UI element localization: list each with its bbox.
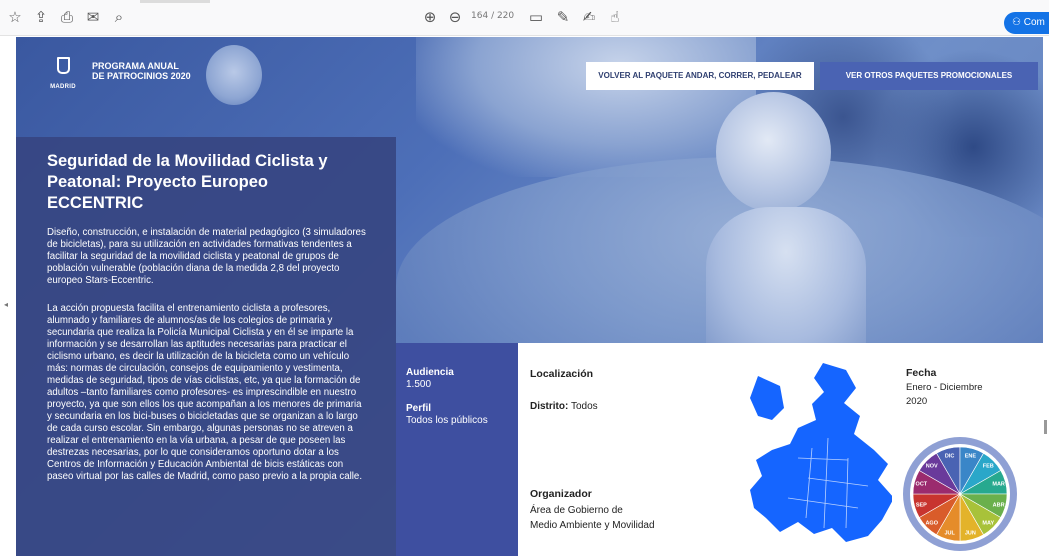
- district-value: Todos: [570, 401, 598, 412]
- photo-child-body: [706, 207, 866, 357]
- pen-icon[interactable]: ✎: [554, 9, 572, 27]
- district-label: Distrito:: [530, 401, 569, 412]
- pdf-page: MADRID PROGRAMA ANUAL DE PATROCINIOS 202…: [16, 37, 1043, 556]
- more-tools-icon[interactable]: ☝: [606, 9, 624, 27]
- other-packages-button[interactable]: VER OTROS PAQUETES PROMOCIONALES: [820, 62, 1038, 90]
- month-label-jul: JUL: [944, 531, 955, 537]
- tab-strip: [140, 0, 210, 3]
- months-wheel: DIC ENE FEB MAR ABR MAY JUN JUL AGO SEP OCT NOV: [903, 437, 1017, 551]
- zoom-icon[interactable]: ⌕: [110, 9, 128, 27]
- date-line-1: Enero - Diciembre: [906, 382, 983, 393]
- date-line-2: 2020: [906, 396, 928, 407]
- month-label-may: MAY: [982, 520, 994, 526]
- date-label: Fecha: [906, 367, 937, 379]
- page-counter[interactable]: 164 / 220: [471, 11, 514, 21]
- organizer-line-2: Medio Ambiente y Movilidad: [530, 520, 655, 531]
- profile-value: Todos los públicos: [406, 415, 488, 426]
- month-label-mar: MAR: [992, 482, 1005, 488]
- page-current[interactable]: 164: [471, 11, 488, 21]
- month-label-oct: OCT: [916, 482, 928, 488]
- organizer-line-1: Área de Gobierno de: [530, 505, 623, 516]
- logo-text: MADRID: [50, 84, 76, 90]
- audience-label: Audiencia: [406, 367, 454, 378]
- comment-label: Com: [1023, 17, 1045, 28]
- madrid-map-shape: [750, 363, 894, 542]
- month-label-abr: ABR: [993, 502, 1005, 508]
- profile-label: Perfil: [406, 403, 432, 414]
- program-title: PROGRAMA ANUAL DE PATROCINIOS 2020: [92, 61, 191, 81]
- program-line-1: PROGRAMA ANUAL: [92, 61, 179, 71]
- page-up-icon[interactable]: ⊕: [421, 9, 439, 27]
- description-panel: Seguridad de la Movilidad Ciclista y Pea…: [16, 137, 396, 556]
- organizer-value: Área de Gobierno de Medio Ambiente y Mov…: [530, 503, 655, 533]
- photo-child-helmet: [716, 92, 831, 212]
- scrollbar-thumb[interactable]: [1044, 420, 1047, 434]
- audience-value: 1.500: [406, 379, 432, 390]
- madrid-logo: MADRID: [43, 57, 83, 101]
- description-paragraph-2: La acción propuesta facilita el entrenam…: [47, 303, 363, 482]
- location-panel: Localización Distrito: Todos Organizador…: [518, 343, 894, 556]
- month-label-nov: NOV: [926, 464, 938, 470]
- back-to-package-button[interactable]: VOLVER AL PAQUETE ANDAR, CORRER, PEDALEA…: [586, 62, 814, 90]
- upload-icon[interactable]: ⇪: [32, 9, 50, 27]
- wheel-segments: [912, 446, 1008, 542]
- date-panel: Fecha Enero - Diciembre 2020 DIC ENE FEB MA…: [892, 343, 1043, 556]
- month-label-sep: SEP: [916, 502, 927, 508]
- audience-panel: Audiencia 1.500 Perfil Todos los público…: [396, 343, 518, 556]
- district-line: Distrito: Todos: [530, 401, 598, 412]
- program-line-2: DE PATROCINIOS 2020: [92, 71, 191, 81]
- comment-icon[interactable]: ▭: [527, 9, 545, 27]
- page-down-icon[interactable]: ⊖: [446, 9, 464, 27]
- month-label-jun: JUN: [965, 531, 976, 537]
- month-label-ago: AGO: [925, 520, 938, 526]
- star-icon[interactable]: ☆: [6, 9, 24, 27]
- sign-icon[interactable]: ✍: [580, 9, 598, 27]
- pdf-toolbar: ☆ ⇪ ⎙ ✉ ⌕ ⊕ ⊖ 164 / 220 ▭ ✎ ✍ ☝ ⚇ Com: [0, 0, 1049, 36]
- page-title: Seguridad de la Movilidad Ciclista y Pea…: [47, 152, 328, 212]
- mail-icon[interactable]: ✉: [84, 9, 102, 27]
- collapse-arrow-icon[interactable]: ◂: [4, 300, 8, 309]
- organizer-label: Organizador: [530, 488, 592, 500]
- date-value: Enero - Diciembre 2020: [906, 381, 983, 409]
- user-icon: ⚇: [1012, 17, 1021, 28]
- description-paragraph-1: Diseño, construcción, e instalación de m…: [47, 227, 366, 286]
- page-total: / 220: [491, 11, 515, 21]
- month-label-dic: DIC: [945, 453, 955, 459]
- location-label: Localización: [530, 368, 594, 380]
- shield-icon: [56, 57, 70, 74]
- comment-button[interactable]: ⚇ Com: [1004, 12, 1049, 34]
- month-label-feb: FEB: [983, 464, 994, 470]
- photo-woman: [206, 45, 262, 105]
- background-photo-sky: [416, 37, 756, 177]
- month-label-ene: ENE: [965, 453, 977, 459]
- madrid-districts-map: [750, 363, 894, 542]
- print-icon[interactable]: ⎙: [58, 9, 76, 27]
